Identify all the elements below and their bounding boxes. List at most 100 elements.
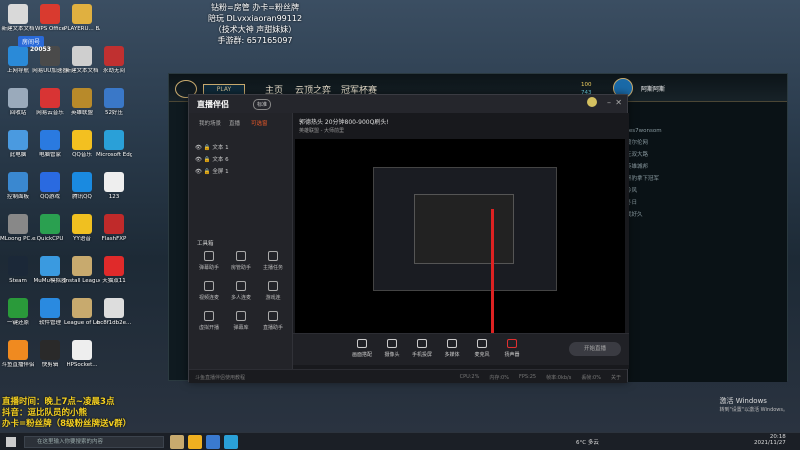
layer-item[interactable]: 👁 🔒 文本 6 [195,155,229,163]
desktop-icon[interactable]: YY语音 [64,214,100,242]
desktop-icon[interactable]: 回收站 [0,88,36,116]
friend-item[interactable]: 英雄城邦 [620,160,787,172]
desktop-icon[interactable]: Install League ... [64,256,100,284]
tool-icon [236,311,246,321]
desktop-icon-label: QQ音乐 [72,152,92,158]
desktop-icon[interactable]: 一键还原 [0,298,36,326]
tab-optional[interactable]: 可选窗 [251,119,268,127]
desktop-icon[interactable]: 英雄联盟 [64,88,100,116]
desktop-icon[interactable]: WPS Office [32,4,68,32]
weather[interactable]: 6°C 多云 [576,438,599,446]
desktop-icon-label: Microsoft Edge [96,152,132,158]
desktop-icon[interactable]: FlashFXP [96,214,132,242]
close-icon[interactable]: ✕ [615,98,622,107]
desktop-icon[interactable]: League of Legends [64,298,100,326]
bottom-toolbar: 画面搭配 摄像头 手机投屏 多媒体 麦克风 扬声器 开始直播 [293,333,629,365]
friend-item[interactable]: 渡尔伦网 [620,136,787,148]
desktop-icon[interactable]: Steam [0,256,36,284]
desktop-icon[interactable]: 此电脑 [0,130,36,158]
toolbox-item[interactable]: 弹幕库 [227,311,255,331]
layer-item[interactable]: 👁 🔒 全屏 1 [195,167,229,175]
desktop-icon-label: 网易云音乐 [36,110,64,116]
stream-taskbar-icon[interactable] [206,435,220,449]
toolbox-item[interactable]: 视频连麦 [195,281,223,301]
status-metric: 内存:0% [489,375,509,381]
desktop-icon[interactable]: 天猫双11 [96,256,132,284]
desktop-icon[interactable]: 52好压 [96,88,132,116]
desktop-icon[interactable]: PLAYERU... BATTLEGR... [64,4,100,32]
lol-taskbar-icon[interactable] [170,435,184,449]
desktop-icon[interactable]: 腾讯QQ [64,172,100,200]
friend-item[interactable]: 无双大路 [620,148,787,160]
desktop-icon[interactable]: 控制面板 [0,172,36,200]
desktop-icon[interactable]: 软件管理 [32,298,68,326]
overlay-line: 陪玩 DLvxxiaoran99112 [207,14,303,23]
desktop-icon[interactable]: 永劫无间 [96,46,132,74]
desktop-icon[interactable]: QQ游戏 [32,172,68,200]
start-icon[interactable] [6,437,16,447]
desktop-icon[interactable]: 斗鱼直播伴侣 [0,340,36,368]
toolbox-item[interactable]: 多人连麦 [227,281,255,301]
friend-item[interactable]: 冷风 [620,184,787,196]
friend-item[interactable]: ses7wonsom [620,126,787,136]
volume-slider[interactable] [491,209,494,341]
desktop-icon[interactable]: MLoong PC.exe [0,214,36,242]
desktop-icon[interactable]: 网易云音乐 [32,88,68,116]
app-icon [40,214,60,234]
friend-item[interactable]: 黑豹拿下冠军 [620,172,787,184]
toolbox-item[interactable]: 房管助手 [227,251,255,271]
camera-button[interactable]: 摄像头 [379,339,405,358]
search-input[interactable]: 在这里输入你要搜索的内容 [24,436,164,448]
desktop-icon[interactable]: MuMu模拟器 [32,256,68,284]
tool-icon [268,251,278,261]
desktop-icon[interactable]: 新建文本文档 [64,46,100,74]
friend-item[interactable]: 我好久 [620,208,787,220]
tab-live[interactable]: 直播 [229,119,240,127]
edge-taskbar-icon[interactable] [224,435,238,449]
start-stream-button[interactable]: 开始直播 [569,342,621,356]
version-badge[interactable]: 标准 [253,99,272,110]
tool-label: 直播助手 [262,325,283,331]
toolbox-item[interactable]: 游戏连 [259,281,287,301]
app-icon [72,46,92,66]
toolbox-item[interactable]: 弹幕助手 [195,251,223,271]
desktop-icon[interactable]: 新建文本文档 [0,4,36,32]
user-avatar[interactable] [587,97,597,107]
app-icon [8,298,28,318]
overlay-line: 办卡=粉丝牌（8级粉丝牌送v群） [2,419,132,429]
friend-item[interactable]: 冬日 [620,196,787,208]
desktop-icon[interactable]: QuickCPU [32,214,68,242]
desktop-icon-label: 永劫无间 [102,68,125,74]
app-icon [8,214,28,234]
stream-app-titlebar: 直播伴侣 标准 – ✕ [189,95,627,113]
desktop-icon[interactable]: 123 [96,172,132,200]
desktop-icon[interactable]: QQ音乐 [64,130,100,158]
tab-scenes[interactable]: 我的场景 [199,119,221,127]
overlay-line: 抖音：逗比队员的小熊 [2,408,88,418]
overlay-line: 直播时间：晚上7点~凌晨3点 [2,397,115,407]
layer-item[interactable]: 👁 🔒 文本 1 [195,143,229,151]
tutorial-link[interactable]: 斗鱼直播伴侣使用教程 [195,374,245,381]
desktop-icon[interactable]: bc8f1db2e... [96,298,132,326]
desktop-icon[interactable]: Microsoft Edge [96,130,132,158]
mic-button[interactable]: 麦克风 [469,339,495,358]
toolbox-item[interactable]: 直播助手 [259,311,287,331]
toolbox-item[interactable]: 主播任务 [259,251,287,271]
desktop-icon-label: WPS Office [34,26,66,32]
toolbox-item[interactable]: 虚拟开播 [195,311,223,331]
scene-layout-button[interactable]: 画面搭配 [349,339,375,358]
stream-title[interactable]: 郭德热头 20分钟800-900Q刷头! [299,117,389,126]
stream-category[interactable]: 英雄联盟 - 大师前里 [299,127,344,134]
button-label: 扬声器 [504,352,520,358]
explorer-taskbar-icon[interactable] [188,435,202,449]
speaker-button[interactable]: 扬声器 [499,339,525,358]
desktop-icon[interactable]: 电脑管家 [32,130,68,158]
media-button[interactable]: 多媒体 [439,339,465,358]
status-metric: CPU:2% [459,374,480,380]
clock[interactable]: 20:18 2021/11/27 [754,434,786,446]
minimize-icon[interactable]: – [607,98,611,107]
desktop-icon[interactable]: 快剪辑 [32,340,68,368]
phone-cast-button[interactable]: 手机投屏 [409,339,435,358]
desktop-icon-label: 英雄联盟 [70,110,93,116]
desktop-icon[interactable]: HPSocket... [64,340,100,368]
